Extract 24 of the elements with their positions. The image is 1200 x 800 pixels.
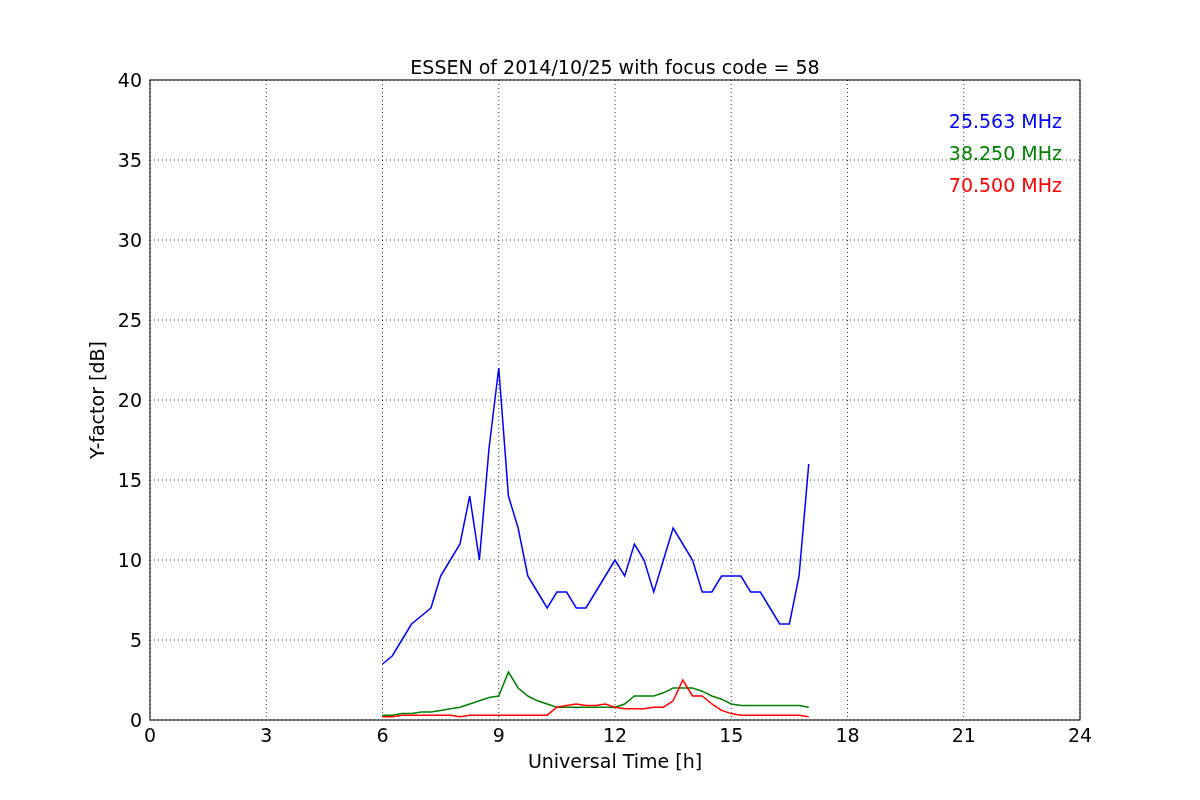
y-tick-label: 35 <box>117 149 142 171</box>
x-tick-label: 12 <box>602 724 628 746</box>
y-tick-label: 15 <box>117 469 142 491</box>
x-tick-label: 3 <box>260 724 273 746</box>
x-tick-label: 15 <box>719 724 744 746</box>
x-tick-label: 24 <box>1067 724 1093 746</box>
x-tick-label: 21 <box>951 724 976 746</box>
x-tick-label: 18 <box>835 724 860 746</box>
legend-label: 38.250 MHz <box>948 142 1062 164</box>
y-tick-label: 25 <box>117 309 142 331</box>
x-tick-label: 6 <box>376 724 389 746</box>
y-tick-label: 20 <box>117 389 142 411</box>
x-tick-label: 0 <box>143 724 157 746</box>
y-tick-label: 30 <box>117 229 142 251</box>
y-tick-label: 40 <box>117 69 142 91</box>
x-axis-label: Universal Time [h] <box>527 750 703 772</box>
legend-label: 25.563 MHz <box>948 110 1062 132</box>
y-axis-label: Y-factor [dB] <box>86 341 108 459</box>
y-tick-label: 5 <box>129 629 142 651</box>
y-tick-label: 10 <box>117 549 142 571</box>
chart-title: ESSEN of 2014/10/25 with focus code = 58 <box>410 56 820 78</box>
legend-label: 70.500 MHz <box>948 174 1062 196</box>
x-tick-label: 9 <box>492 724 505 746</box>
y-tick-label: 0 <box>129 709 142 731</box>
